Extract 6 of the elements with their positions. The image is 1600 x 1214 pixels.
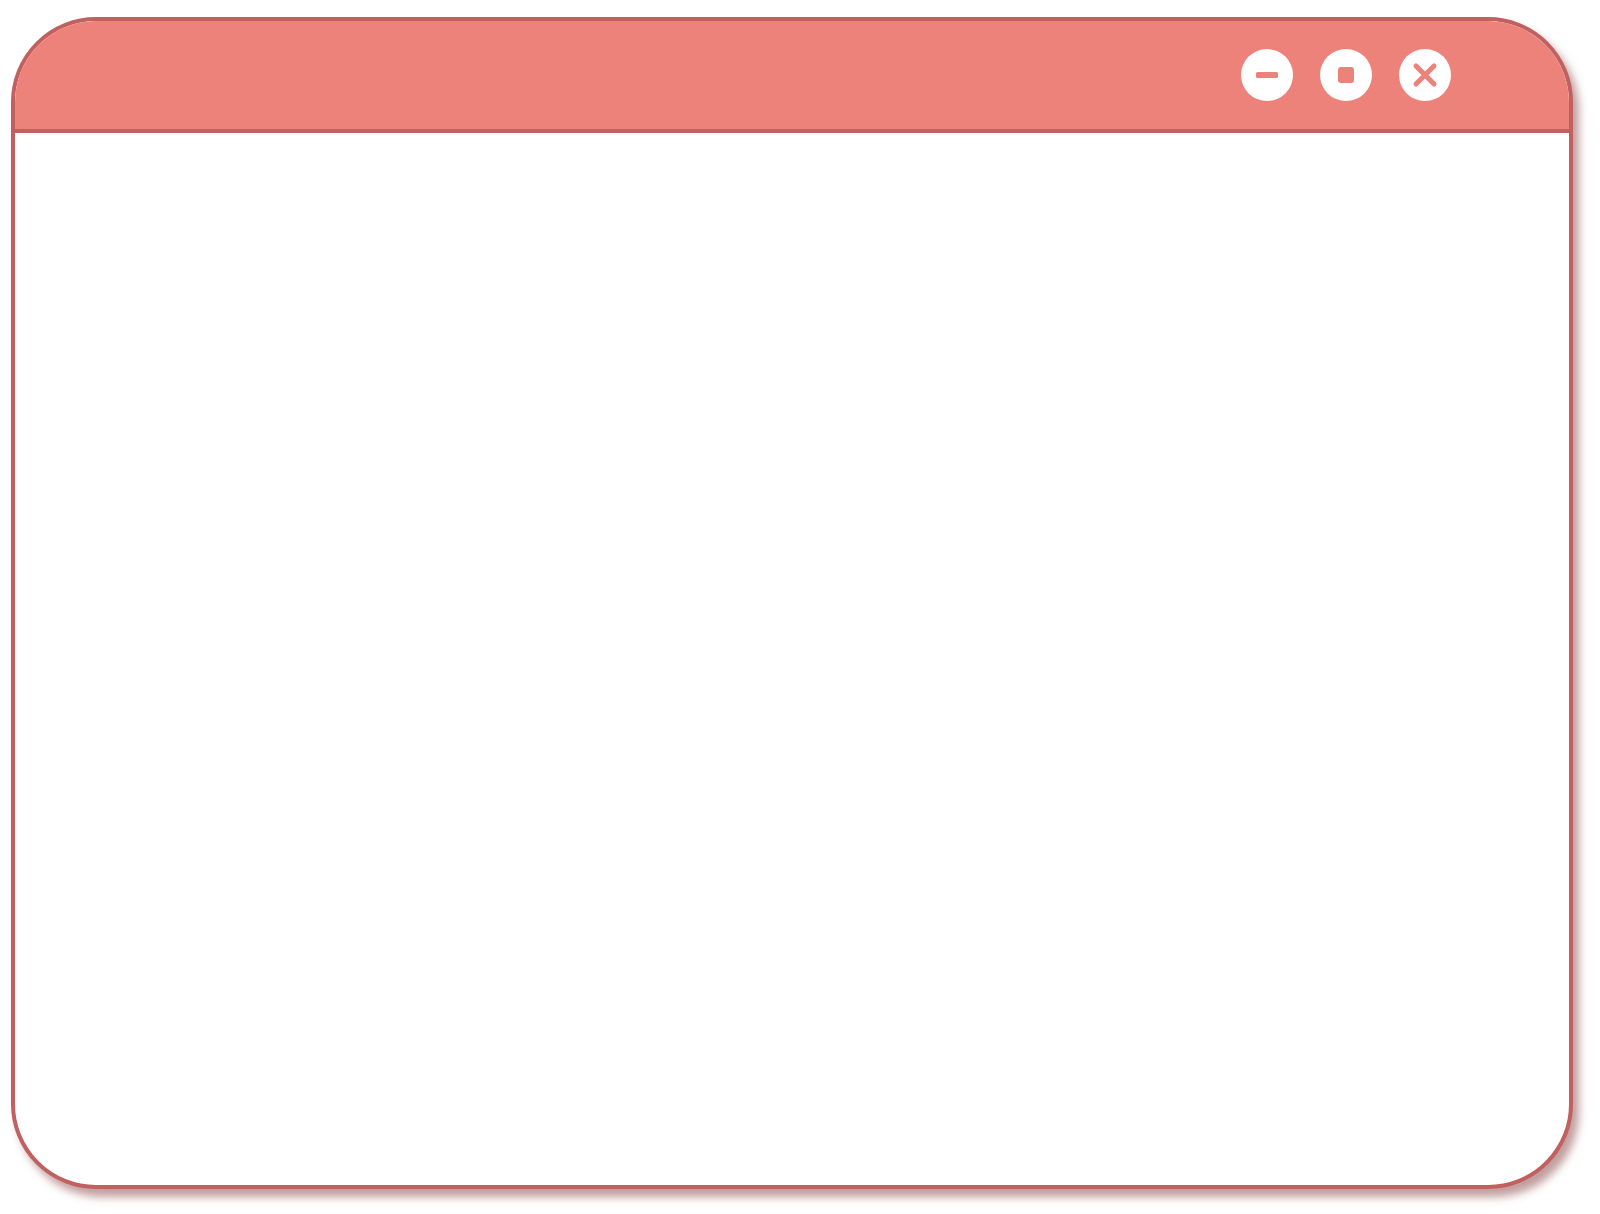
minimize-button[interactable] — [1241, 49, 1293, 101]
maximize-button[interactable] — [1320, 49, 1372, 101]
minimize-icon — [1255, 71, 1279, 79]
maximize-icon — [1337, 66, 1355, 84]
close-button[interactable] — [1399, 49, 1451, 101]
close-icon — [1412, 62, 1438, 88]
